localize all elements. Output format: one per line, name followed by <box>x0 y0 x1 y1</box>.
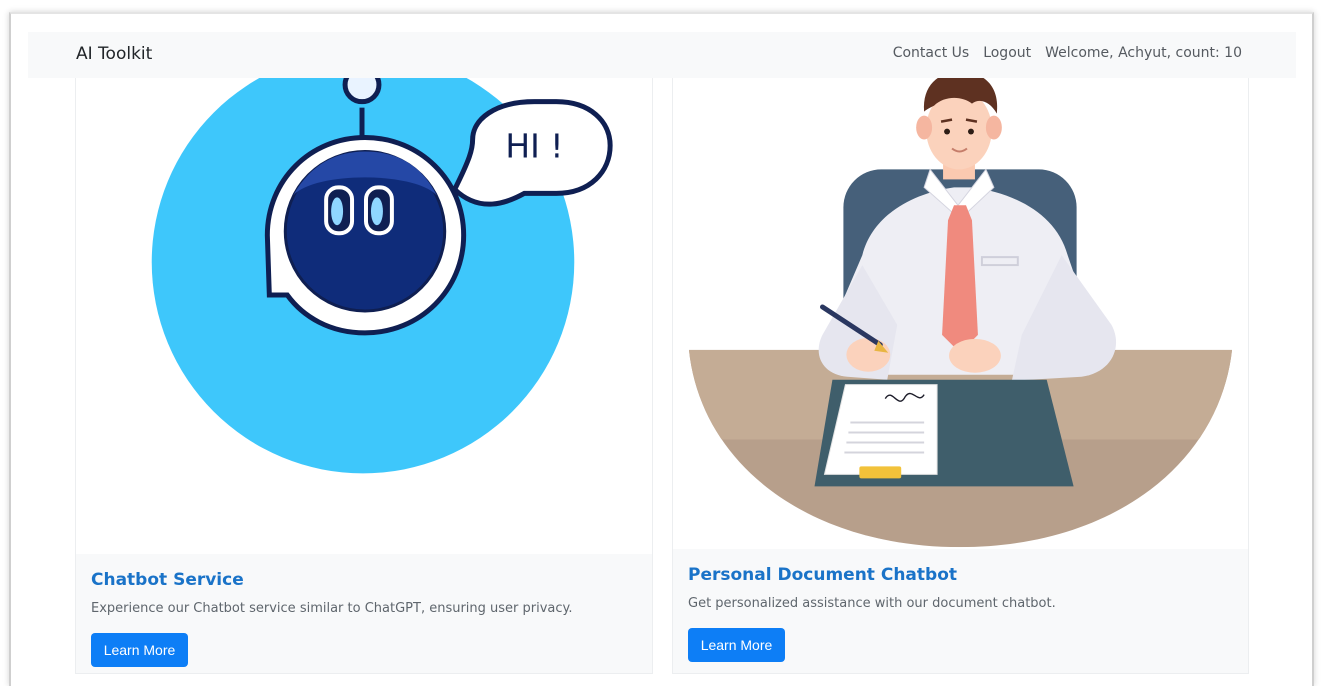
speech-bubble-text: HI ! <box>505 126 563 165</box>
browser-viewport: AI Toolkit Contact Us Logout Welcome, Ac… <box>9 12 1314 686</box>
navbar-brand[interactable]: AI Toolkit <box>76 44 152 64</box>
chatbot-illustration: HI ! <box>151 50 613 474</box>
nav-link-contact-us[interactable]: Contact Us <box>893 45 969 61</box>
card-title: Personal Document Chatbot <box>688 565 958 585</box>
card-title: Chatbot Service <box>91 570 244 590</box>
navbar: AI Toolkit Contact Us Logout Welcome, Ac… <box>28 32 1296 78</box>
navbar-links: Contact Us Logout Welcome, Achyut, count… <box>893 45 1242 61</box>
card-personal-document-chatbot: Personal Document Chatbot Get personaliz… <box>672 34 1249 674</box>
card-chatbot-service: HI ! Chatbot Service Experience our Chat… <box>75 34 653 674</box>
card-text: Get personalized assistance with our doc… <box>688 596 1056 611</box>
card-body: Personal Document Chatbot Get personaliz… <box>673 549 1248 673</box>
learn-more-button[interactable]: Learn More <box>91 633 188 667</box>
card-body: Chatbot Service Experience our Chatbot s… <box>76 554 652 673</box>
nav-welcome-text: Welcome, Achyut, count: 10 <box>1045 45 1242 61</box>
document-signing-illustration <box>688 71 1233 548</box>
nav-link-logout[interactable]: Logout <box>983 45 1031 61</box>
learn-more-button[interactable]: Learn More <box>688 628 785 662</box>
card-text: Experience our Chatbot service similar t… <box>91 601 573 616</box>
